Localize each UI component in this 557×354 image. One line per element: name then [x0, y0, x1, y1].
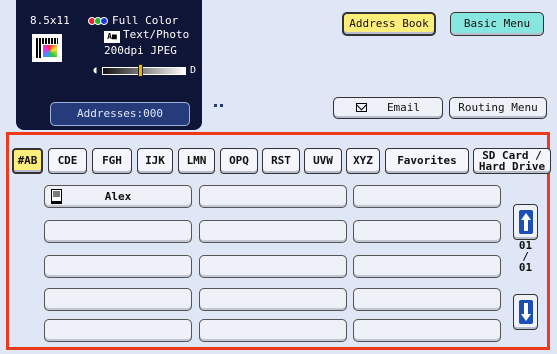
address-entry-name: Alex — [104, 190, 132, 203]
address-entry[interactable] — [44, 255, 192, 278]
tab-sd-card-hard-drive[interactable]: SD Card / Hard Drive — [473, 148, 551, 174]
email-label: Email — [386, 101, 421, 114]
basic-menu-button[interactable]: Basic Menu — [450, 12, 544, 36]
scroll-down-button[interactable] — [513, 294, 538, 330]
tab-ab[interactable]: #AB — [12, 148, 43, 174]
address-entry[interactable] — [353, 220, 501, 243]
tab-cde[interactable]: CDE — [48, 148, 87, 174]
divider-dot — [214, 104, 217, 107]
tab-fgh[interactable]: FGH — [92, 148, 132, 174]
address-entry[interactable] — [199, 288, 347, 311]
tab-favorites[interactable]: Favorites — [385, 148, 469, 174]
density-dark-icon: D — [189, 65, 196, 76]
document-preview-icon — [32, 34, 62, 62]
address-entry[interactable] — [353, 319, 501, 342]
tab-xyz[interactable]: XYZ — [346, 148, 380, 174]
address-entry[interactable] — [199, 185, 347, 208]
tab-rst[interactable]: RST — [262, 148, 300, 174]
address-entry[interactable] — [199, 220, 347, 243]
address-entry[interactable] — [353, 185, 501, 208]
arrow-up-icon — [519, 210, 533, 234]
email-button[interactable]: Email — [333, 97, 443, 119]
status-panel: 8.5x11 Full Color A■ Text/Photo 200dpi JP… — [16, 0, 202, 130]
address-entry[interactable] — [199, 255, 347, 278]
color-mode-label: Full Color — [112, 14, 179, 27]
arrow-down-icon — [519, 300, 533, 324]
color-dots-icon — [88, 14, 112, 27]
address-book-button[interactable]: Address Book — [342, 12, 436, 36]
tab-uvw[interactable]: UVW — [304, 148, 342, 174]
page-indicator: 01 / 01 — [513, 240, 538, 273]
tab-lmn[interactable]: LMN — [178, 148, 215, 174]
tab-ijk[interactable]: IJK — [137, 148, 173, 174]
density-bar — [102, 67, 186, 75]
divider-dot — [220, 104, 223, 107]
envelope-icon — [355, 103, 367, 112]
address-entry-alex[interactable]: Alex — [44, 185, 192, 208]
page-total: 01 — [518, 261, 533, 274]
original-type: A■ Text/Photo — [104, 28, 189, 43]
density-marker — [137, 64, 143, 77]
address-entry[interactable] — [44, 288, 192, 311]
resolution-format: 200dpi JPEG — [104, 44, 177, 57]
addresses-count-button[interactable]: Addresses:000 — [50, 102, 190, 126]
address-entry[interactable] — [353, 255, 501, 278]
address-entry[interactable] — [44, 220, 192, 243]
density-light-icon: ◖ — [92, 65, 99, 76]
density-slider: ◖ D — [92, 64, 196, 77]
scroll-up-button[interactable] — [513, 204, 538, 240]
tab-sd-line2: Hard Drive — [478, 160, 546, 173]
paper-size: 8.5x11 — [30, 14, 70, 27]
address-entry[interactable] — [199, 319, 347, 342]
color-mode: Full Color — [88, 14, 178, 28]
original-type-label: Text/Photo — [123, 28, 190, 41]
address-entry[interactable] — [353, 288, 501, 311]
text-photo-icon: A■ — [104, 31, 120, 43]
address-entry[interactable] — [44, 319, 192, 342]
routing-menu-button[interactable]: Routing Menu — [449, 97, 547, 119]
tab-opq[interactable]: OPQ — [220, 148, 258, 174]
